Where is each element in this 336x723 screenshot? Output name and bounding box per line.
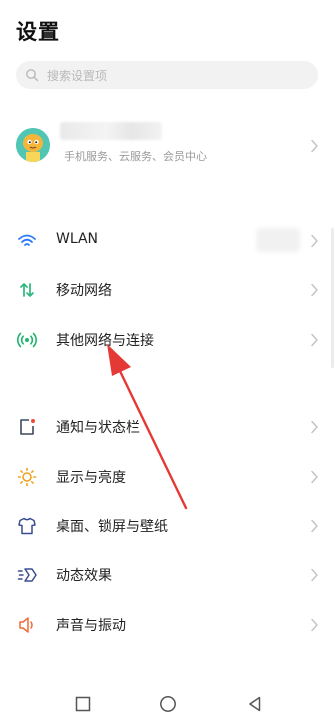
settings-item-wallpaper[interactable]: 桌面、锁屏与壁纸 (0, 504, 336, 548)
speaker-icon (19, 617, 33, 633)
mobile-data-icon (20, 283, 34, 297)
back-triangle-icon[interactable] (246, 695, 264, 713)
account-subtitle: 手机服务、云服务、会员中心 (64, 150, 207, 163)
wlan-status-blurred (256, 228, 300, 252)
settings-item-other-connections[interactable]: 其他网络与连接 (0, 318, 336, 362)
settings-item-label: 其他网络与连接 (56, 333, 154, 349)
chevron-right-icon (311, 470, 318, 484)
settings-item-label: 桌面、锁屏与壁纸 (56, 519, 168, 535)
home-circle-icon[interactable] (159, 695, 177, 713)
settings-item-notifications[interactable]: 通知与状态栏 (0, 405, 336, 449)
chevron-right-icon (311, 234, 318, 248)
chevron-right-icon (311, 139, 318, 153)
settings-item-dynamic-effects[interactable]: 动态效果 (0, 553, 336, 597)
search-bar[interactable]: 搜索设置项 (16, 61, 318, 89)
chevron-right-icon (311, 568, 318, 582)
dynamic-effect-icon (17, 568, 37, 582)
chevron-right-icon (311, 420, 318, 434)
brightness-icon (17, 467, 37, 487)
chevron-right-icon (311, 283, 318, 297)
chevron-right-icon (311, 618, 318, 632)
settings-item-label: 声音与振动 (56, 618, 126, 634)
account-name-blurred (60, 122, 162, 140)
settings-item-wlan[interactable]: WLAN (0, 219, 336, 263)
connection-icon (17, 332, 37, 348)
search-placeholder: 搜索设置项 (47, 68, 108, 83)
chevron-right-icon (311, 333, 318, 347)
chevron-right-icon (311, 519, 318, 533)
scrollbar[interactable] (331, 228, 334, 368)
settings-item-label: 移动网络 (56, 283, 112, 299)
settings-item-sound-vibration[interactable]: 声音与振动 (0, 603, 336, 647)
settings-item-label: 通知与状态栏 (56, 420, 140, 436)
settings-item-label: WLAN (56, 231, 99, 247)
recents-square-icon[interactable] (74, 695, 92, 713)
notification-icon (20, 419, 35, 435)
account-entry[interactable]: 手机服务、云服务、会员中心 (0, 118, 336, 174)
wifi-icon (18, 234, 36, 246)
settings-item-display-brightness[interactable]: 显示与亮度 (0, 455, 336, 499)
settings-item-mobile-network[interactable]: 移动网络 (0, 268, 336, 312)
settings-item-label: 显示与亮度 (56, 470, 126, 486)
page-title: 设置 (16, 20, 60, 44)
search-icon (26, 69, 39, 82)
system-navbar (0, 683, 336, 723)
shirt-icon (18, 517, 36, 535)
settings-item-label: 动态效果 (56, 568, 112, 584)
cartoon-avatar-icon (16, 128, 50, 162)
